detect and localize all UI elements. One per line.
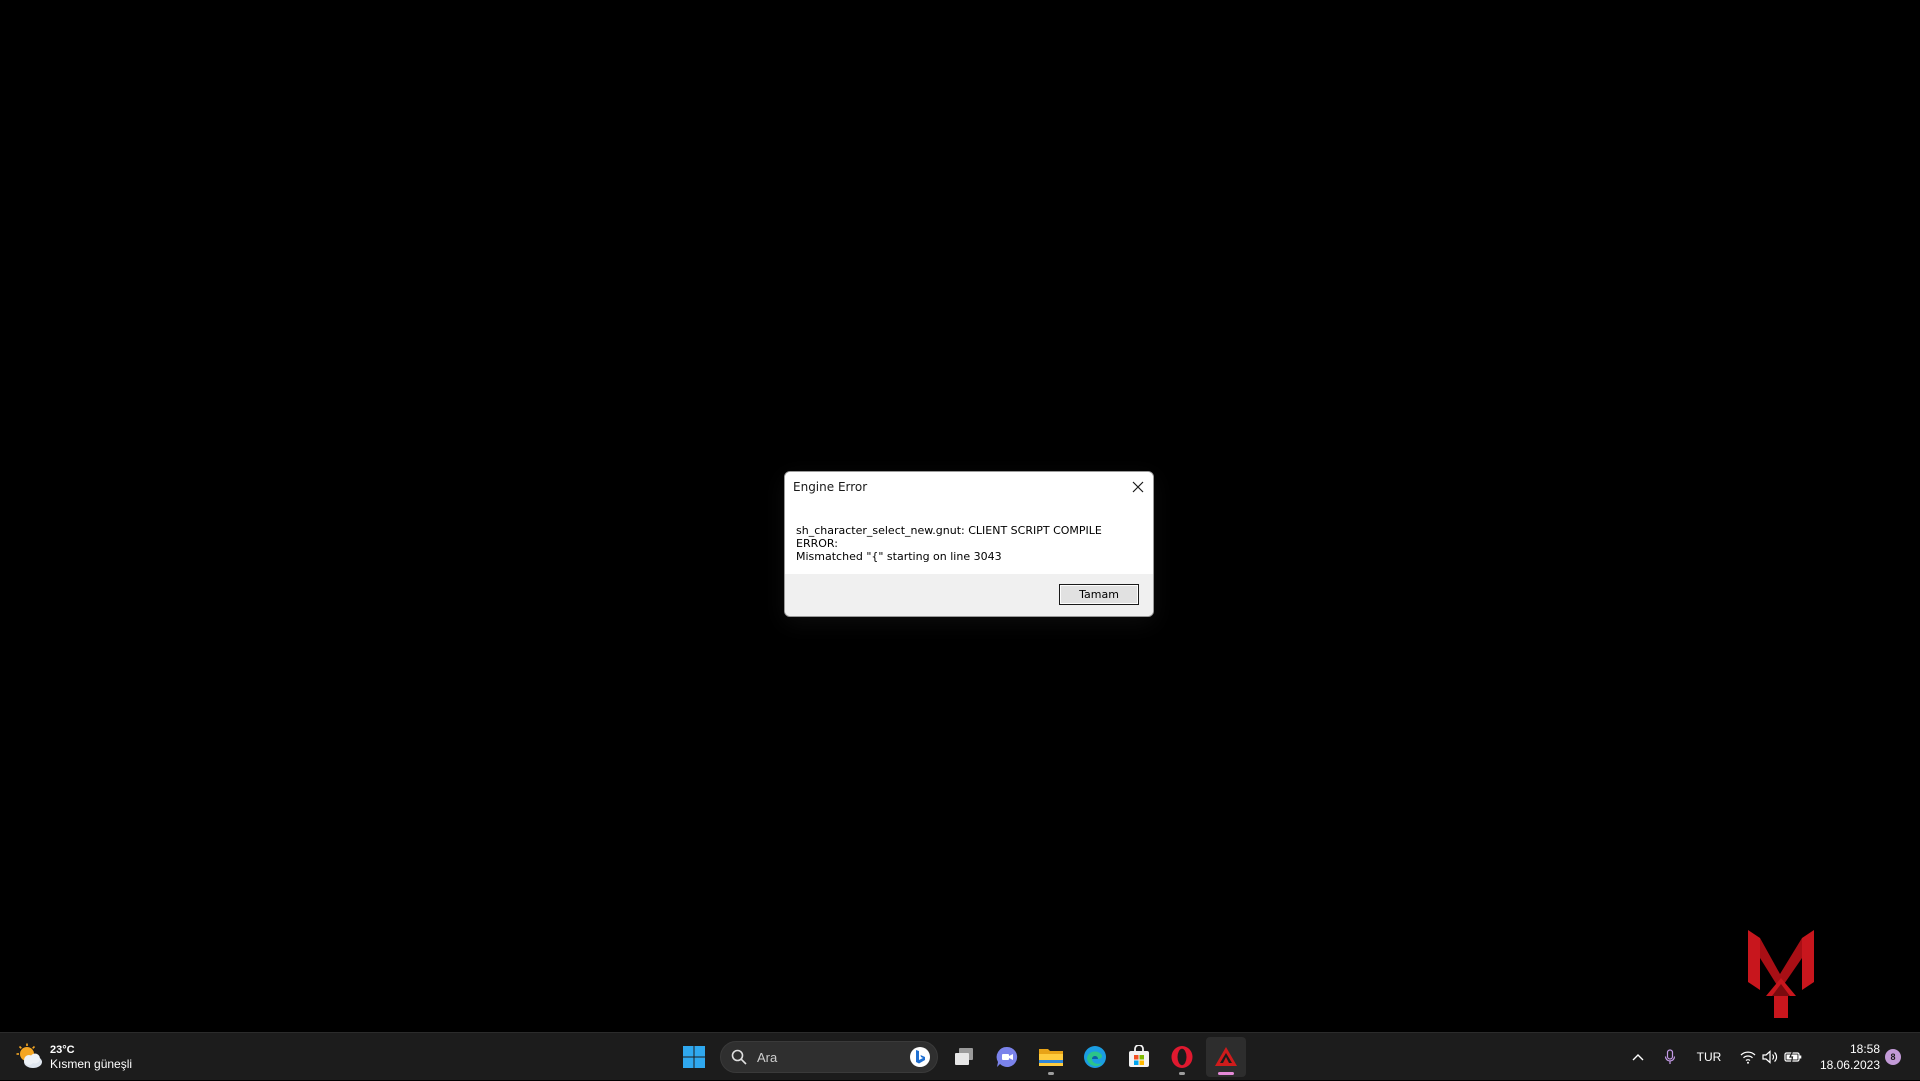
apex-icon bbox=[1215, 1047, 1237, 1066]
notification-badge[interactable]: 8 bbox=[1885, 1049, 1901, 1065]
battery-charging-icon bbox=[1784, 1051, 1802, 1063]
search-icon bbox=[731, 1049, 747, 1065]
microphone-icon bbox=[1664, 1049, 1676, 1064]
taskbar-search[interactable]: Ara bbox=[720, 1041, 938, 1073]
show-hidden-icons-button[interactable] bbox=[1624, 1033, 1652, 1081]
weather-description: Kısmen güneşli bbox=[50, 1056, 133, 1071]
watermark-logo bbox=[1748, 930, 1814, 1018]
active-indicator bbox=[1218, 1072, 1234, 1075]
ok-button[interactable]: Tamam bbox=[1059, 584, 1139, 605]
dialog-title: Engine Error bbox=[793, 480, 868, 494]
engine-error-dialog: Engine Error sh_character_select_new.gnu… bbox=[784, 471, 1154, 617]
weather-widget[interactable]: 23°C Kısmen güneşli bbox=[16, 1041, 132, 1073]
message-line-2: Mismatched "{" starting on line 3043 bbox=[796, 550, 1002, 563]
search-placeholder: Ara bbox=[757, 1049, 778, 1065]
bing-icon[interactable] bbox=[909, 1046, 931, 1068]
teams-chat-icon bbox=[996, 1046, 1018, 1067]
file-explorer-button[interactable] bbox=[1031, 1037, 1071, 1077]
chevron-up-icon bbox=[1632, 1054, 1644, 1061]
volume-icon bbox=[1762, 1050, 1778, 1064]
quick-settings-button[interactable] bbox=[1734, 1033, 1808, 1081]
partly-sunny-icon bbox=[16, 1043, 42, 1068]
microphone-button[interactable] bbox=[1657, 1033, 1683, 1081]
wifi-icon bbox=[1740, 1051, 1756, 1064]
weather-temperature: 23°C bbox=[50, 1043, 75, 1056]
clock-date: 18.06.2023 bbox=[1819, 1058, 1880, 1072]
task-view-icon bbox=[955, 1048, 973, 1065]
language-label: TUR bbox=[1696, 1050, 1722, 1064]
folder-icon bbox=[1039, 1049, 1063, 1066]
dialog-message: sh_character_select_new.gnut: CLIENT SCR… bbox=[785, 502, 1153, 566]
running-indicator bbox=[1048, 1072, 1054, 1075]
message-line-1: sh_character_select_new.gnut: CLIENT SCR… bbox=[796, 524, 1102, 550]
start-button[interactable] bbox=[674, 1037, 714, 1077]
opera-button[interactable] bbox=[1162, 1037, 1202, 1077]
teams-chat-button[interactable] bbox=[987, 1037, 1027, 1077]
running-indicator bbox=[1179, 1072, 1185, 1075]
task-view-button[interactable] bbox=[944, 1037, 984, 1077]
store-icon bbox=[1129, 1045, 1149, 1067]
dialog-footer: Tamam bbox=[785, 574, 1153, 616]
windows-start-icon bbox=[683, 1046, 705, 1068]
language-indicator[interactable]: TUR bbox=[1690, 1033, 1728, 1081]
opera-icon bbox=[1171, 1046, 1193, 1068]
close-icon bbox=[1132, 481, 1144, 493]
edge-button[interactable] bbox=[1075, 1037, 1115, 1077]
clock[interactable]: 18:58 18.06.2023 bbox=[1808, 1041, 1880, 1073]
clock-time: 18:58 bbox=[1849, 1042, 1880, 1056]
dialog-titlebar[interactable]: Engine Error bbox=[785, 472, 1153, 502]
apex-legends-button[interactable] bbox=[1206, 1037, 1246, 1077]
close-button[interactable] bbox=[1123, 472, 1153, 502]
edge-icon bbox=[1084, 1046, 1106, 1068]
store-button[interactable] bbox=[1119, 1037, 1159, 1077]
taskbar: 23°C Kısmen güneşli Ara TUR 18:58 18.06.… bbox=[0, 1032, 1920, 1080]
